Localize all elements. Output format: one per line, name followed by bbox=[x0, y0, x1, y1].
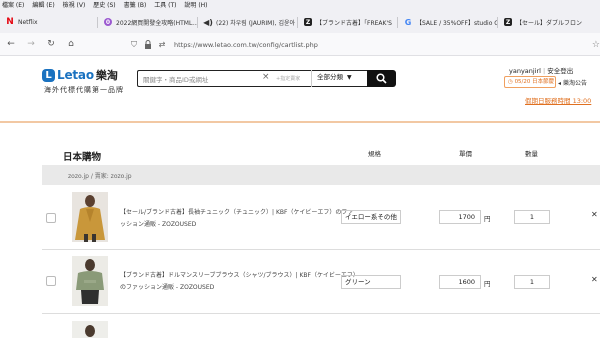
search-bar: 關鍵字・商品ID或網址 × +指定賣家 全部分類 ▼ bbox=[137, 69, 369, 87]
menu-file[interactable]: 檔案 (E) bbox=[2, 2, 24, 9]
shield-icon: ⛉ bbox=[131, 39, 137, 49]
tab-label: 2022網買開發全攻略(HTML... bbox=[116, 19, 198, 27]
store-icon: Z bbox=[304, 18, 312, 26]
announcement-link[interactable]: ◂ 樂淘公告 bbox=[558, 78, 587, 87]
notice-badge[interactable]: ◷ 05/20 日本節慶 bbox=[504, 76, 556, 88]
holiday-link[interactable]: 假期日服務時間 13:00 bbox=[525, 95, 591, 105]
category-select[interactable]: 全部分類 ▼ bbox=[311, 69, 369, 87]
product-title[interactable]: 【セール/ブランド古着】長袖チュニック（チュニック）| KBF（ケイビーエフ）の… bbox=[120, 207, 358, 231]
url-text: https://www.letao.com.tw/config/cartlist… bbox=[174, 40, 318, 49]
quantity-field[interactable]: 1 bbox=[514, 275, 550, 289]
column-spec: 規格 bbox=[368, 150, 381, 158]
shop-label: zozo.jp / 賣家: zozo.jp bbox=[68, 173, 132, 180]
divider: | bbox=[543, 67, 546, 75]
search-input[interactable]: 關鍵字・商品ID或網址 bbox=[143, 74, 208, 84]
menu-edit[interactable]: 編輯 (E) bbox=[32, 2, 54, 9]
delete-icon[interactable]: ✕ bbox=[591, 275, 598, 284]
tab-freaks[interactable]: Z 【ブランド古着】「FREAK'S bbox=[298, 14, 398, 31]
logout-link[interactable]: 安全登出 bbox=[547, 67, 573, 75]
tab-youtube[interactable]: ◀) (22) 차우림 (JAURIM), 김윤아 bbox=[198, 14, 298, 31]
cart-item: 【ブランド古着】ドルマンスリーブブラウス（シャツ/ブラウス）| KBF（ケイビー… bbox=[42, 250, 600, 314]
tab-label: 【セール】ダブルフロン bbox=[516, 19, 583, 27]
chevron-down-icon: ▼ bbox=[347, 73, 352, 81]
tab-label: (22) 차우림 (JAURIM), 김윤아 bbox=[216, 19, 296, 27]
speaker-icon: ◀) bbox=[203, 17, 213, 27]
cart-item bbox=[42, 315, 600, 338]
tab-netflix[interactable]: N Netflix bbox=[0, 14, 98, 31]
tab-bar: N Netflix 0 2022網買開發全攻略(HTML... ◀) (22) … bbox=[0, 11, 600, 33]
clock-icon: ◷ bbox=[508, 79, 513, 85]
currency-unit: 円 bbox=[484, 215, 491, 223]
logo-chinese: 樂淘 bbox=[95, 69, 118, 82]
logo-text: Letao bbox=[57, 68, 94, 82]
tab-sale-double[interactable]: Z 【セール】ダブルフロン bbox=[498, 14, 598, 31]
letao-logo-icon: L bbox=[42, 68, 55, 82]
cart-item: 【セール/ブランド古着】長袖チュニック（チュニック）| KBF（ケイビーエフ）の… bbox=[42, 186, 600, 250]
back-arrow-icon[interactable]: ← bbox=[2, 35, 20, 53]
menu-tools[interactable]: 工具 (T) bbox=[154, 2, 176, 9]
username[interactable]: yanyanjirl bbox=[509, 67, 541, 75]
tab-label: Netflix bbox=[18, 18, 38, 26]
user-box: yanyanjirl | 安全登出 bbox=[509, 65, 573, 75]
navigation-bar: ← → ↻ ⌂ ⛉ ⇄ https://www.letao.com.tw/con… bbox=[0, 33, 600, 56]
column-price: 單價 bbox=[459, 150, 472, 158]
reload-icon[interactable]: ↻ bbox=[42, 35, 60, 53]
search-button[interactable] bbox=[367, 70, 396, 87]
google-icon: G bbox=[404, 17, 412, 27]
product-image[interactable] bbox=[72, 192, 108, 242]
site-logo[interactable]: L Letao 樂淘 bbox=[42, 67, 118, 83]
category-value: 全部分類 bbox=[317, 72, 343, 81]
page-title: 日本購物 bbox=[63, 152, 102, 163]
column-quantity: 數量 bbox=[525, 150, 538, 158]
site-header: L Letao 樂淘 海外代標代購第一品牌 關鍵字・商品ID或網址 × +指定賣… bbox=[0, 57, 600, 123]
announcement-text: 樂淘公告 bbox=[562, 80, 587, 87]
site-tagline: 海外代標代購第一品牌 bbox=[44, 86, 124, 94]
tab-label: 【ブランド古着】「FREAK'S bbox=[316, 19, 392, 27]
price-field[interactable]: 1600 bbox=[439, 275, 481, 289]
price-field[interactable]: 1700 bbox=[439, 210, 481, 224]
item-checkbox[interactable] bbox=[46, 213, 56, 223]
menu-help[interactable]: 說明 (H) bbox=[184, 2, 207, 9]
shop-row: zozo.jp / 賣家: zozo.jp bbox=[42, 165, 600, 185]
seller-filter[interactable]: +指定賣家 bbox=[276, 75, 300, 82]
lock-icon bbox=[142, 39, 154, 51]
home-icon[interactable]: ⌂ bbox=[62, 35, 80, 53]
spec-field[interactable]: グリーン bbox=[341, 275, 401, 289]
permissions-icon: ⇄ bbox=[158, 40, 166, 49]
tab-label: 【SALE / 35%OFF】studio C bbox=[416, 19, 498, 27]
address-bar[interactable]: ⛉ ⇄ https://www.letao.com.tw/config/cart… bbox=[128, 36, 600, 53]
delete-icon[interactable]: ✕ bbox=[591, 210, 598, 219]
spec-field[interactable]: イエロー系その他 bbox=[341, 210, 401, 224]
menu-view[interactable]: 檢視 (V) bbox=[63, 2, 86, 9]
menu-bookmarks[interactable]: 書籤 (B) bbox=[124, 2, 147, 9]
forward-arrow-icon[interactable]: → bbox=[22, 35, 40, 53]
speaker-icon: ◂ bbox=[558, 80, 562, 87]
notice-text: 05/20 日本節慶 bbox=[514, 79, 555, 85]
purple-circle-icon: 0 bbox=[104, 18, 112, 26]
tab-html-guide[interactable]: 0 2022網買開發全攻略(HTML... bbox=[98, 14, 198, 31]
tab-sale-studio[interactable]: G 【SALE / 35%OFF】studio C bbox=[398, 14, 498, 31]
menu-history[interactable]: 歷史 (S) bbox=[93, 2, 115, 9]
product-title[interactable]: 【ブランド古着】ドルマンスリーブブラウス（シャツ/ブラウス）| KBF（ケイビー… bbox=[120, 270, 358, 294]
search-icon bbox=[376, 73, 387, 84]
store-icon: Z bbox=[504, 18, 512, 26]
item-checkbox[interactable] bbox=[46, 276, 56, 286]
currency-unit: 円 bbox=[484, 280, 491, 288]
product-image[interactable] bbox=[72, 256, 108, 306]
clear-icon[interactable]: × bbox=[262, 72, 270, 82]
product-image[interactable] bbox=[72, 321, 108, 338]
quantity-field[interactable]: 1 bbox=[514, 210, 550, 224]
menu-bar: 檔案 (E) 編輯 (E) 檢視 (V) 歷史 (S) 書籤 (B) 工具 (T… bbox=[0, 0, 600, 11]
netflix-icon: N bbox=[6, 17, 14, 27]
bookmark-star-icon[interactable]: ☆ bbox=[592, 40, 600, 50]
